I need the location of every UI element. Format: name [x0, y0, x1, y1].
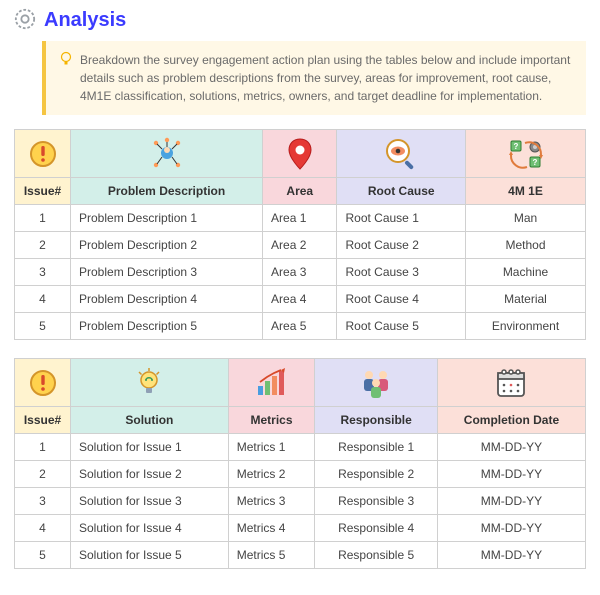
cell: Problem Description 5: [71, 313, 263, 340]
cell: Root Cause 5: [337, 313, 466, 340]
cell: Area 2: [263, 232, 337, 259]
col-issue: Issue#: [15, 407, 71, 434]
cell: Man: [466, 205, 586, 232]
table-row: 4Solution for Issue 4Metrics 4Responsibl…: [15, 515, 586, 542]
cell: Area 4: [263, 286, 337, 313]
cell: 4: [15, 515, 71, 542]
lightbulb-idea-icon: [71, 359, 229, 407]
cell: Responsible 1: [315, 434, 438, 461]
cell: Metrics 4: [228, 515, 315, 542]
cell: 2: [15, 232, 71, 259]
cell: MM-DD-YY: [437, 488, 585, 515]
cell: Area 5: [263, 313, 337, 340]
cell: 5: [15, 542, 71, 569]
calendar-icon: [437, 359, 585, 407]
cell: Environment: [466, 313, 586, 340]
analysis-table-1: ?? Issue# Problem Description Area Root …: [14, 129, 586, 340]
gear-icon: [14, 8, 36, 33]
cell: Metrics 5: [228, 542, 315, 569]
cell: Solution for Issue 3: [71, 488, 229, 515]
bar-chart-icon: [228, 359, 315, 407]
bulb-icon: [60, 51, 72, 105]
cell: Metrics 2: [228, 461, 315, 488]
cell: 3: [15, 259, 71, 286]
page-header: Analysis: [14, 8, 586, 33]
cell: Area 1: [263, 205, 337, 232]
cell: MM-DD-YY: [437, 542, 585, 569]
cell: Problem Description 2: [71, 232, 263, 259]
table-row: 4Problem Description 4Area 4Root Cause 4…: [15, 286, 586, 313]
cell: Root Cause 1: [337, 205, 466, 232]
cell: Solution for Issue 5: [71, 542, 229, 569]
cell: Area 3: [263, 259, 337, 286]
exclaim-icon: [15, 130, 71, 178]
table-row: 5Solution for Issue 5Metrics 5Responsibl…: [15, 542, 586, 569]
cell: 4: [15, 286, 71, 313]
cell: Metrics 3: [228, 488, 315, 515]
cell: MM-DD-YY: [437, 515, 585, 542]
col-problem: Problem Description: [71, 178, 263, 205]
callout-box: Breakdown the survey engagement action p…: [42, 41, 586, 115]
cell: MM-DD-YY: [437, 434, 585, 461]
cell: Problem Description 3: [71, 259, 263, 286]
cell: 1: [15, 205, 71, 232]
cell: Problem Description 1: [71, 205, 263, 232]
cell: 3: [15, 488, 71, 515]
cell: Responsible 4: [315, 515, 438, 542]
table-row: 5Problem Description 5Area 5Root Cause 5…: [15, 313, 586, 340]
cell: Root Cause 4: [337, 286, 466, 313]
page-title: Analysis: [44, 9, 126, 32]
cell: 2: [15, 461, 71, 488]
col-area: Area: [263, 178, 337, 205]
cell: Metrics 1: [228, 434, 315, 461]
table-row: 1Solution for Issue 1Metrics 1Responsibl…: [15, 434, 586, 461]
team-icon: [315, 359, 438, 407]
table-row: 3Solution for Issue 3Metrics 3Responsibl…: [15, 488, 586, 515]
analysis-table-2: Issue# Solution Metrics Responsible Comp…: [14, 358, 586, 569]
cell: MM-DD-YY: [437, 461, 585, 488]
cell: Solution for Issue 1: [71, 434, 229, 461]
cell: 5: [15, 313, 71, 340]
col-issue: Issue#: [15, 178, 71, 205]
col-solution: Solution: [71, 407, 229, 434]
table-row: 3Problem Description 3Area 3Root Cause 3…: [15, 259, 586, 286]
cell: Responsible 2: [315, 461, 438, 488]
cell: 1: [15, 434, 71, 461]
cell: Method: [466, 232, 586, 259]
magnifier-eye-icon: [337, 130, 466, 178]
col-4m1e: 4M 1E: [466, 178, 586, 205]
cell: Responsible 3: [315, 488, 438, 515]
svg-text:?: ?: [513, 142, 518, 151]
cycle-icon: ??: [466, 130, 586, 178]
cell: Machine: [466, 259, 586, 286]
table-row: 2Problem Description 2Area 2Root Cause 2…: [15, 232, 586, 259]
col-root: Root Cause: [337, 178, 466, 205]
exclaim-icon: [15, 359, 71, 407]
table-row: 2Solution for Issue 2Metrics 2Responsibl…: [15, 461, 586, 488]
col-responsible: Responsible: [315, 407, 438, 434]
cell: Material: [466, 286, 586, 313]
cell: Solution for Issue 4: [71, 515, 229, 542]
person-network-icon: [71, 130, 263, 178]
cell: Root Cause 2: [337, 232, 466, 259]
callout-text: Breakdown the survey engagement action p…: [80, 51, 572, 105]
cell: Problem Description 4: [71, 286, 263, 313]
map-pin-icon: [263, 130, 337, 178]
col-completion: Completion Date: [437, 407, 585, 434]
cell: Solution for Issue 2: [71, 461, 229, 488]
cell: Root Cause 3: [337, 259, 466, 286]
svg-text:?: ?: [532, 158, 537, 167]
table-row: 1Problem Description 1Area 1Root Cause 1…: [15, 205, 586, 232]
col-metrics: Metrics: [228, 407, 315, 434]
cell: Responsible 5: [315, 542, 438, 569]
